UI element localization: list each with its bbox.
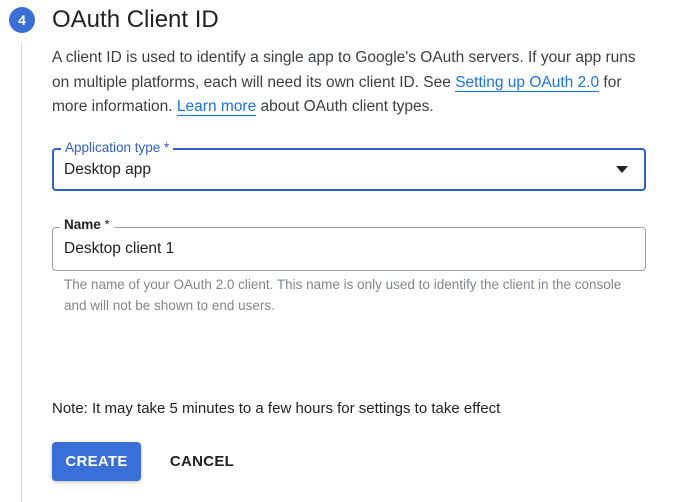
dropdown-arrow-icon[interactable] [616,166,628,173]
step-title: OAuth Client ID [52,6,219,33]
step-connector-line [21,42,22,502]
setup-oauth-link[interactable]: Setting up OAuth 2.0 [455,73,600,92]
step-number-badge: 4 [9,7,35,33]
name-input[interactable]: Name * Desktop client 1 [52,217,646,271]
cancel-button[interactable]: CANCEL [157,442,247,481]
name-hint: The name of your OAuth 2.0 client. This … [64,277,622,313]
create-button[interactable]: CREATE [52,442,141,481]
learn-more-link[interactable]: Learn more [176,98,257,116]
description: A client ID is used to identify a single… [52,46,652,120]
name-value[interactable]: Desktop client 1 [64,228,174,270]
description-text-3: about OAuth client types. [256,98,434,115]
settings-note: Note: It may take 5 minutes to a few hou… [52,400,501,417]
application-type-select[interactable]: Application type * Desktop app [52,140,646,191]
oauth-client-step: 4 OAuth Client ID A client ID is used to… [0,0,676,502]
application-type-value: Desktop app [64,160,152,178]
